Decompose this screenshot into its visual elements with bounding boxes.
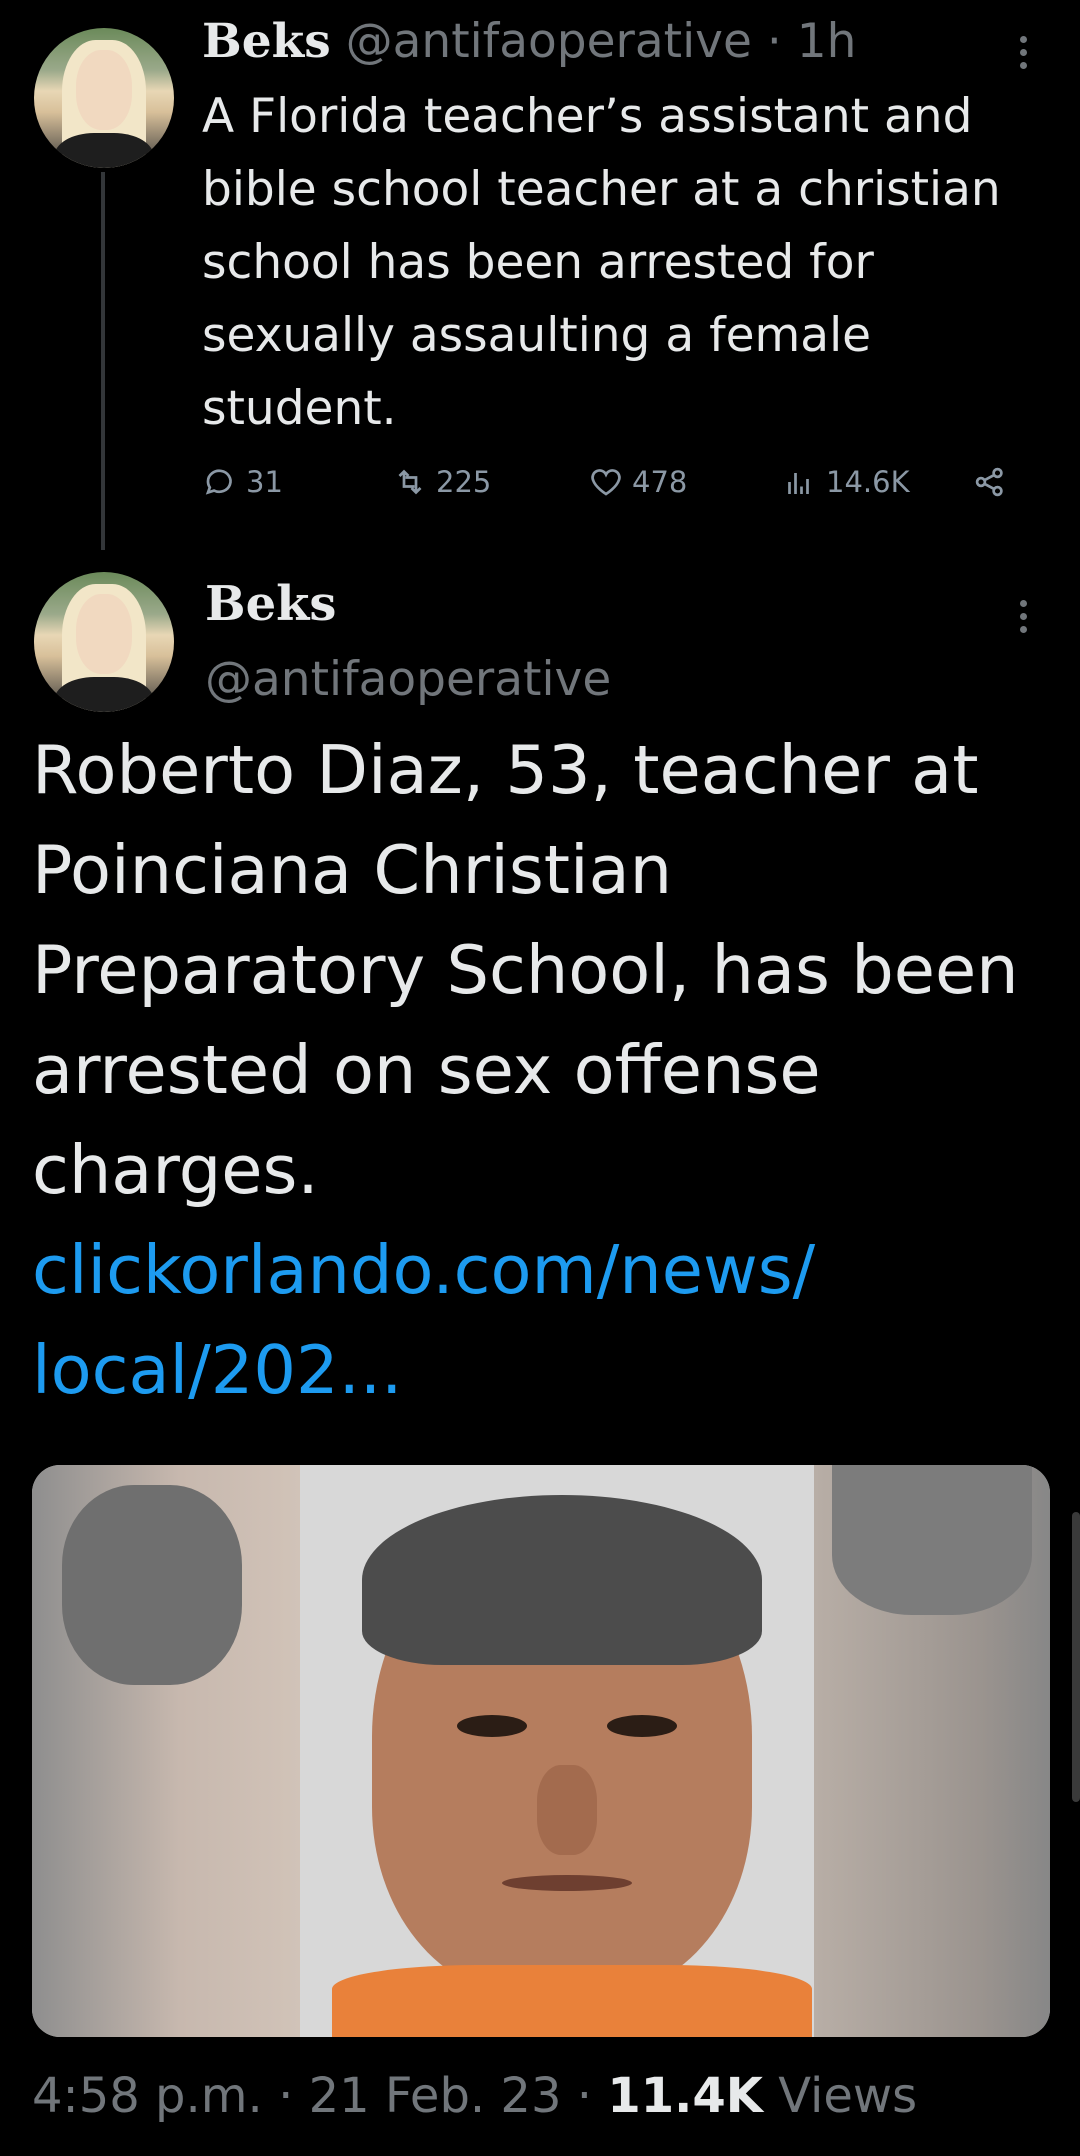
- reply-button[interactable]: 31: [202, 464, 283, 500]
- thread-line: [101, 172, 105, 550]
- retweet-button[interactable]: 225: [392, 464, 491, 500]
- post-time[interactable]: 4:58 p.m.: [32, 2068, 263, 2124]
- article-link[interactable]: clickorlando.com/news/: [32, 1231, 815, 1309]
- like-button[interactable]: 478: [588, 464, 687, 500]
- separator-dot: ·: [766, 14, 782, 69]
- tweet-body: Roberto Diaz, 53, teacher at Poinciana C…: [32, 731, 1019, 1209]
- avatar[interactable]: [34, 572, 174, 712]
- timestamp[interactable]: 1h: [797, 14, 857, 69]
- views-label: Views: [778, 2068, 918, 2124]
- scrollbar[interactable]: [1072, 1512, 1080, 1802]
- more-icon[interactable]: [1020, 36, 1030, 75]
- post-date[interactable]: 21 Feb. 23: [309, 2068, 562, 2124]
- tweet1-actions: 31 225 478 14.6K: [202, 464, 1022, 514]
- author-name[interactable]: Beks: [202, 14, 331, 69]
- views-total[interactable]: 11.4K: [607, 2068, 763, 2124]
- author-handle[interactable]: @antifaoperative: [205, 652, 611, 707]
- author-name[interactable]: Beks: [205, 576, 336, 632]
- tweet-footer: 4:58 p.m. · 21 Feb. 23 · 11.4K Views: [32, 2068, 917, 2124]
- more-icon[interactable]: [1020, 600, 1030, 639]
- retweet-count: 225: [436, 465, 492, 499]
- article-link-continued[interactable]: local/202...: [32, 1331, 402, 1409]
- separator-dot: ·: [576, 2068, 593, 2124]
- tweet1-header: Beks @antifaoperative · 1h: [202, 14, 856, 69]
- reply-count: 31: [246, 465, 283, 499]
- retweet-icon: [398, 469, 422, 495]
- tweet1-text: A Florida teacher’s assistant and bible …: [202, 89, 1001, 436]
- views-button[interactable]: 14.6K: [782, 464, 910, 500]
- mugshot-photo[interactable]: [32, 1465, 1050, 2037]
- like-icon: [591, 469, 621, 496]
- views-icon: [788, 473, 809, 494]
- tweet2-text: Roberto Diaz, 53, teacher at Poinciana C…: [32, 720, 1062, 1420]
- like-count: 478: [632, 465, 688, 499]
- separator-dot: ·: [278, 2068, 294, 2124]
- author-handle[interactable]: @antifaoperative: [346, 14, 752, 69]
- avatar[interactable]: [34, 28, 174, 168]
- reply-icon: [205, 469, 232, 495]
- views-count: 14.6K: [826, 465, 910, 499]
- share-button[interactable]: [972, 464, 1008, 500]
- share-icon: [975, 467, 1003, 497]
